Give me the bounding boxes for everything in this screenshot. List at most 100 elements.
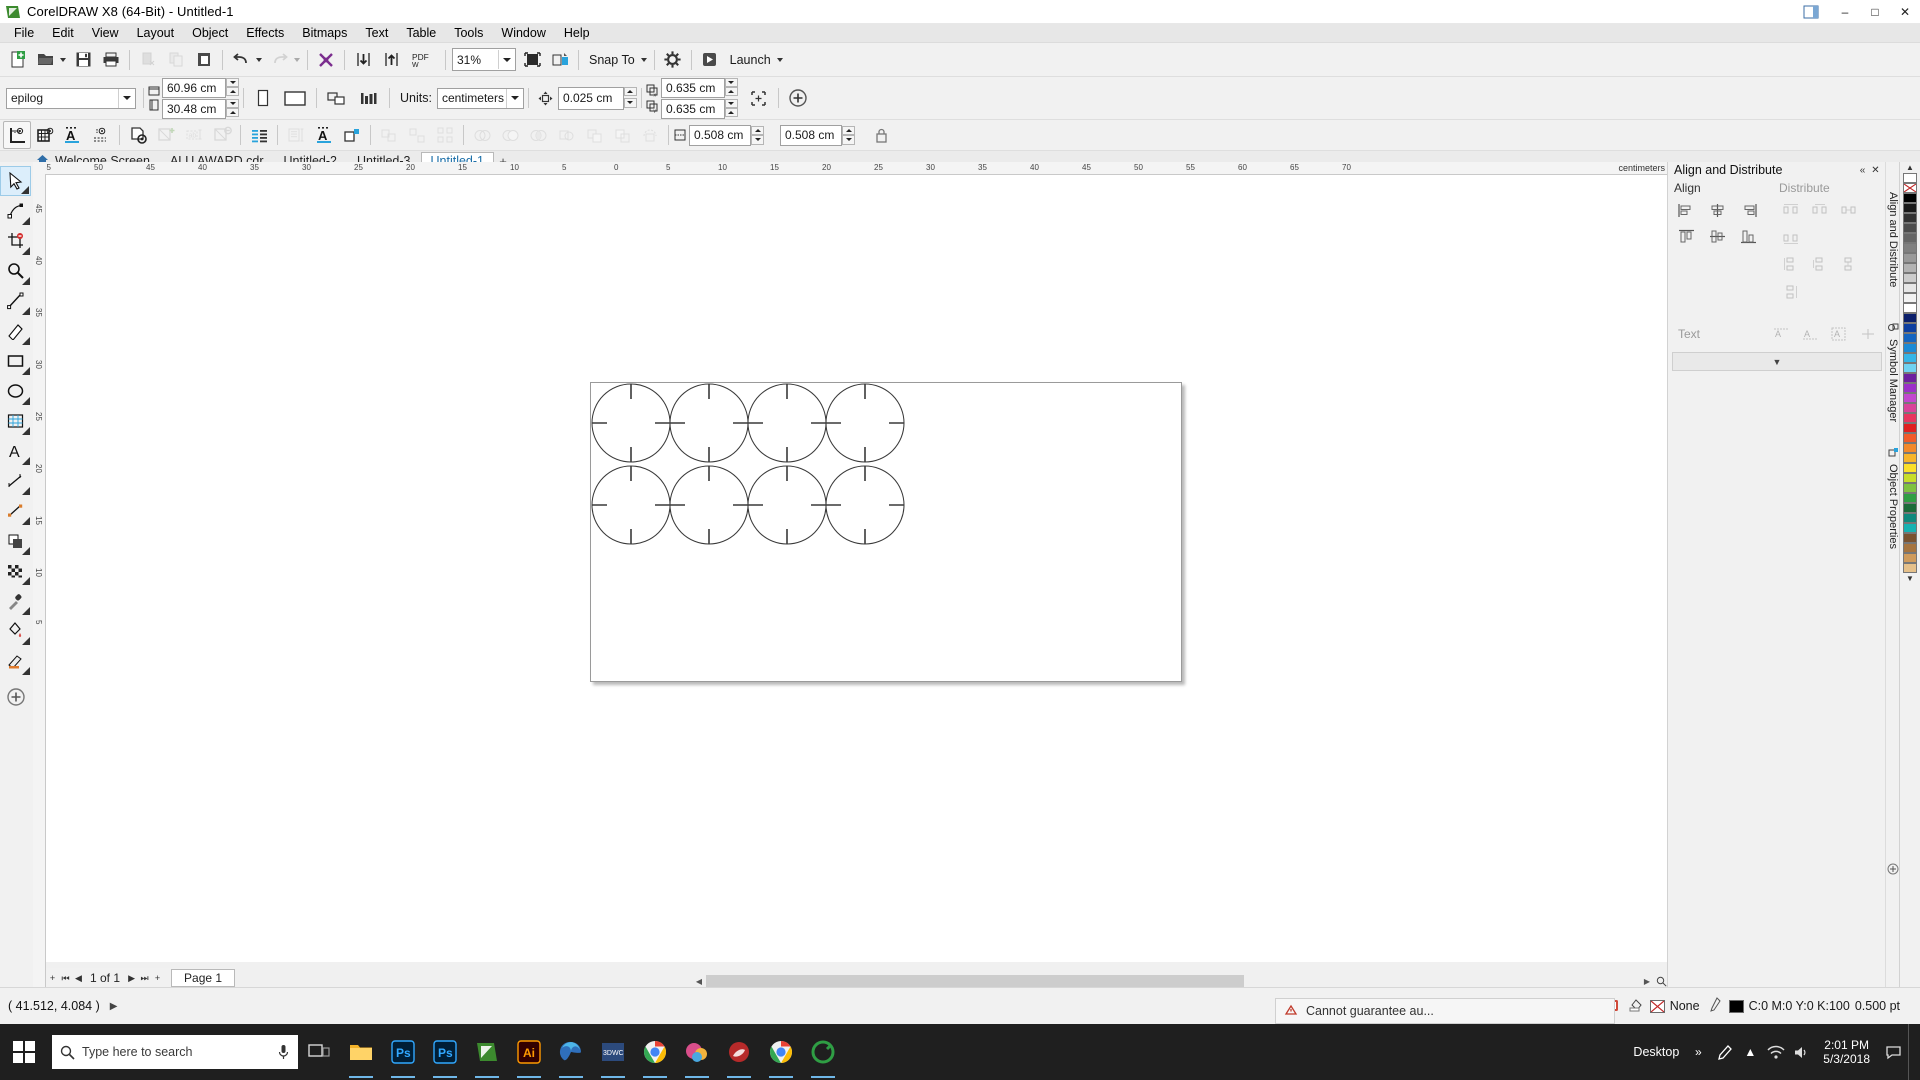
open-document-icon[interactable]	[31, 46, 59, 74]
page-width-field[interactable]: 60.96 cm	[162, 77, 226, 98]
photoshop-2-icon[interactable]: Ps	[424, 1024, 466, 1080]
align-center-horizontal-icon[interactable]	[1703, 197, 1732, 223]
smart-fill-flyout-icon[interactable]	[22, 337, 30, 345]
docker-mode-combo[interactable]: ▼	[1672, 352, 1882, 371]
outline-pen-icon[interactable]	[1709, 997, 1724, 1015]
microphone-icon[interactable]	[277, 1044, 290, 1060]
network-icon[interactable]	[1763, 1024, 1789, 1080]
add-docker-icon[interactable]	[1887, 863, 1899, 875]
palette-swatch[interactable]	[1903, 483, 1917, 493]
tray-overflow-icon[interactable]: »	[1685, 1024, 1711, 1080]
print-document-icon[interactable]	[97, 46, 125, 74]
chrome-1-icon[interactable]	[634, 1024, 676, 1080]
palette-swatch[interactable]	[1903, 563, 1917, 573]
dupy-down-icon[interactable]	[724, 98, 738, 108]
menu-bitmaps[interactable]: Bitmaps	[293, 24, 356, 42]
palette-swatch[interactable]	[1903, 223, 1917, 233]
rectangle-tool-flyout-icon[interactable]	[22, 367, 30, 375]
simplify-icon[interactable]	[552, 121, 580, 149]
publish-to-pdf-icon[interactable]: PDF W	[405, 46, 441, 74]
page-height-up-icon[interactable]	[226, 107, 239, 117]
import-icon[interactable]	[349, 46, 377, 74]
page-width-down-icon[interactable]	[226, 77, 239, 87]
straight-line-connector-tool[interactable]	[0, 496, 31, 526]
page-height-field[interactable]: 30.48 cm	[162, 98, 226, 119]
menu-view[interactable]: View	[83, 24, 128, 42]
drawing-scale-icon[interactable]	[744, 83, 774, 113]
redo-button[interactable]	[265, 47, 303, 73]
vertical-ruler[interactable]: 45 40 35 30 25 20 15 10 5	[33, 174, 46, 988]
rename-page-icon[interactable]: ab	[180, 121, 208, 149]
docker-tab-symbol-manager[interactable]: Symbol Manager	[1886, 333, 1900, 428]
intersect-icon[interactable]	[524, 121, 552, 149]
pick-tool[interactable]	[0, 166, 31, 196]
palette-swatch[interactable]	[1903, 493, 1917, 503]
outy-down-icon[interactable]	[842, 135, 855, 145]
portrait-orientation-icon[interactable]	[248, 83, 278, 113]
copy-icon[interactable]	[162, 46, 190, 74]
dupx-up-icon[interactable]	[724, 86, 738, 96]
document-page[interactable]	[590, 382, 1182, 682]
show-rulers-icon[interactable]	[3, 121, 31, 149]
open-document-button[interactable]	[31, 47, 69, 73]
previous-page-icon[interactable]: ◀	[72, 971, 85, 986]
palette-swatch[interactable]	[1903, 423, 1917, 433]
palette-swatch[interactable]	[1903, 443, 1917, 453]
duplicate-x-field[interactable]: 0.635 cm	[660, 77, 725, 98]
menu-table[interactable]: Table	[397, 24, 445, 42]
menu-effects[interactable]: Effects	[237, 24, 293, 42]
palette-swatch-white[interactable]	[1903, 173, 1917, 183]
palette-swatch[interactable]	[1903, 233, 1917, 243]
first-page-icon[interactable]: ⏮	[59, 971, 72, 986]
last-page-icon[interactable]: ⏭	[138, 971, 151, 986]
units-chevron-down-icon[interactable]	[505, 88, 523, 108]
docker-collapse-icon[interactable]: «	[1856, 164, 1869, 177]
dupx-down-icon[interactable]	[724, 77, 738, 87]
zoom-level-combo[interactable]: 31%	[452, 48, 516, 71]
menu-edit[interactable]: Edit	[43, 24, 83, 42]
distribute-bottom-icon[interactable]	[1777, 279, 1804, 305]
search-input[interactable]: Type here to search	[52, 1035, 298, 1069]
horizontal-ruler[interactable]: 55 50 45 40 35 30 25 20 15 10 5 0 5 10 1…	[46, 162, 1668, 175]
redo-caret-icon[interactable]	[294, 57, 300, 62]
palette-swatch[interactable]	[1903, 333, 1917, 343]
corel-connect-icon[interactable]	[802, 1024, 844, 1080]
parallel-dimension-tool[interactable]	[0, 466, 31, 496]
polygon-tool-flyout-icon[interactable]	[22, 427, 30, 435]
coreldraw-taskbar-icon[interactable]	[466, 1024, 508, 1080]
launch-icon[interactable]	[696, 46, 724, 74]
distribute-left-icon[interactable]	[1777, 197, 1804, 223]
status-expand-icon[interactable]: ▶	[100, 1001, 118, 1012]
maximize-button[interactable]: □	[1860, 0, 1890, 23]
fill-tool-flyout-icon[interactable]	[22, 637, 30, 645]
docker-mode-chevron-down-icon[interactable]: ▼	[1773, 357, 1782, 367]
menu-help[interactable]: Help	[555, 24, 599, 42]
palette-swatch[interactable]	[1903, 253, 1917, 263]
create-boundary-icon[interactable]	[636, 121, 664, 149]
crop-tool[interactable]	[0, 226, 31, 256]
shadow-tool-flyout-icon[interactable]	[22, 547, 30, 555]
palette-swatch[interactable]	[1903, 313, 1917, 323]
distribute-right-icon[interactable]	[1777, 225, 1804, 251]
menu-window[interactable]: Window	[492, 24, 554, 42]
photoshop-1-icon[interactable]: Ps	[382, 1024, 424, 1080]
palette-swatch[interactable]	[1903, 343, 1917, 353]
menu-tools[interactable]: Tools	[445, 24, 492, 42]
menu-layout[interactable]: Layout	[128, 24, 184, 42]
launch-chevron-down-icon[interactable]	[776, 57, 783, 62]
palette-swatch[interactable]	[1903, 503, 1917, 513]
page-height-down-icon[interactable]	[226, 98, 239, 108]
palette-swatch[interactable]	[1903, 243, 1917, 253]
palette-swatch[interactable]	[1903, 413, 1917, 423]
show-desktop-button[interactable]	[1908, 1024, 1916, 1080]
palette-swatch[interactable]	[1903, 383, 1917, 393]
show-grid-icon[interactable]	[31, 121, 59, 149]
outline-y-field[interactable]: 0.508 cm	[780, 124, 842, 146]
next-page-icon[interactable]: ▶	[125, 971, 138, 986]
shape-tool-flyout-icon[interactable]	[22, 217, 30, 225]
units-combo[interactable]: centimeters	[436, 87, 524, 109]
palette-swatch[interactable]	[1903, 323, 1917, 333]
close-button[interactable]: ✕	[1890, 0, 1920, 23]
dimension-tool-flyout-icon[interactable]	[22, 487, 30, 495]
duplicate-y-stepper[interactable]	[724, 98, 738, 117]
